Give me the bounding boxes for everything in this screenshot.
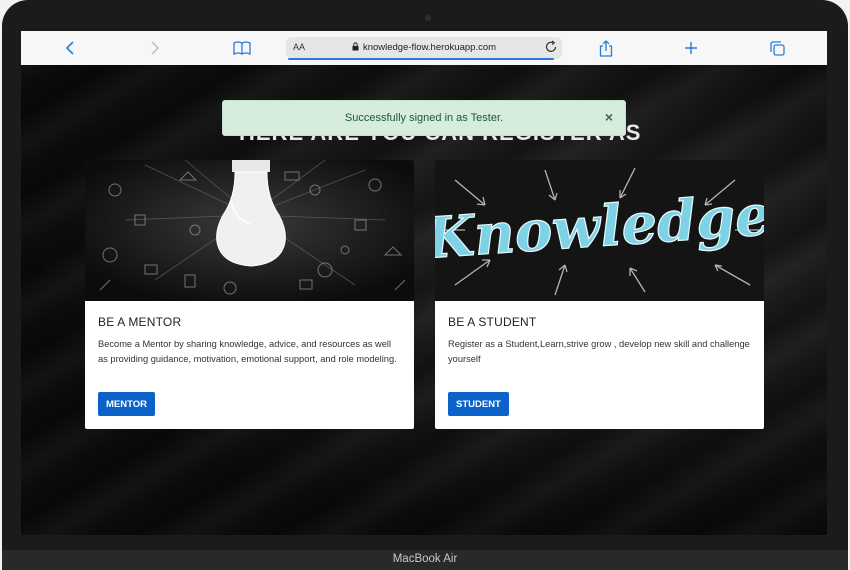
knowledge-chalkboard-image: Knowledge xyxy=(435,160,764,301)
chevron-left-icon xyxy=(65,41,74,55)
tabs-icon xyxy=(769,40,785,56)
student-card-text: Register as a Student,Learn,strive grow … xyxy=(448,339,750,364)
laptop-base: MacBook Air xyxy=(2,550,848,570)
forward-button[interactable] xyxy=(144,37,166,59)
lock-icon xyxy=(352,42,359,51)
bookmarks-button[interactable] xyxy=(231,37,253,59)
plus-icon xyxy=(685,42,697,54)
address-bar[interactable]: AA knowledge-flow.herokuapp.com xyxy=(286,37,562,60)
share-button[interactable] xyxy=(595,37,617,59)
page-background: HERE ARE YOU CAN REGISTER AS Successfull… xyxy=(21,65,827,535)
success-alert: Successfully signed in as Tester. × xyxy=(222,100,626,136)
alert-close-button[interactable]: × xyxy=(605,109,613,125)
browser-toolbar: AA knowledge-flow.herokuapp.com xyxy=(21,31,827,66)
student-card: Knowledge BE A STUDENT Register as a Stu… xyxy=(435,160,764,429)
mentor-card-text: Become a Mentor by sharing knowledge, ad… xyxy=(98,339,397,364)
back-button[interactable] xyxy=(59,37,81,59)
device-label: MacBook Air xyxy=(392,553,458,565)
url-text: knowledge-flow.herokuapp.com xyxy=(362,42,497,53)
lightbulb-illustration xyxy=(85,160,414,301)
book-icon xyxy=(233,41,251,55)
address-url: knowledge-flow.herokuapp.com xyxy=(286,42,562,53)
mentor-card-title: BE A MENTOR xyxy=(98,315,182,329)
chevron-right-icon xyxy=(151,41,160,55)
new-tab-button[interactable] xyxy=(680,37,702,59)
mentor-button[interactable]: MENTOR xyxy=(98,392,155,416)
tabs-overview-button[interactable] xyxy=(766,37,788,59)
student-card-title: BE A STUDENT xyxy=(448,315,537,329)
alert-message: Successfully signed in as Tester. xyxy=(344,112,504,124)
knowledge-chalkboard-illustration: Knowledge xyxy=(435,160,764,301)
share-icon xyxy=(599,39,613,57)
camera-dot xyxy=(425,15,431,21)
lightbulb-image xyxy=(85,160,414,301)
student-button[interactable]: STUDENT xyxy=(448,392,509,416)
reload-icon[interactable] xyxy=(544,40,558,54)
screen: AA knowledge-flow.herokuapp.com HERE ARE… xyxy=(21,31,827,535)
page-load-progress xyxy=(288,58,554,60)
mentor-card: BE A MENTOR Become a Mentor by sharing k… xyxy=(85,160,414,429)
